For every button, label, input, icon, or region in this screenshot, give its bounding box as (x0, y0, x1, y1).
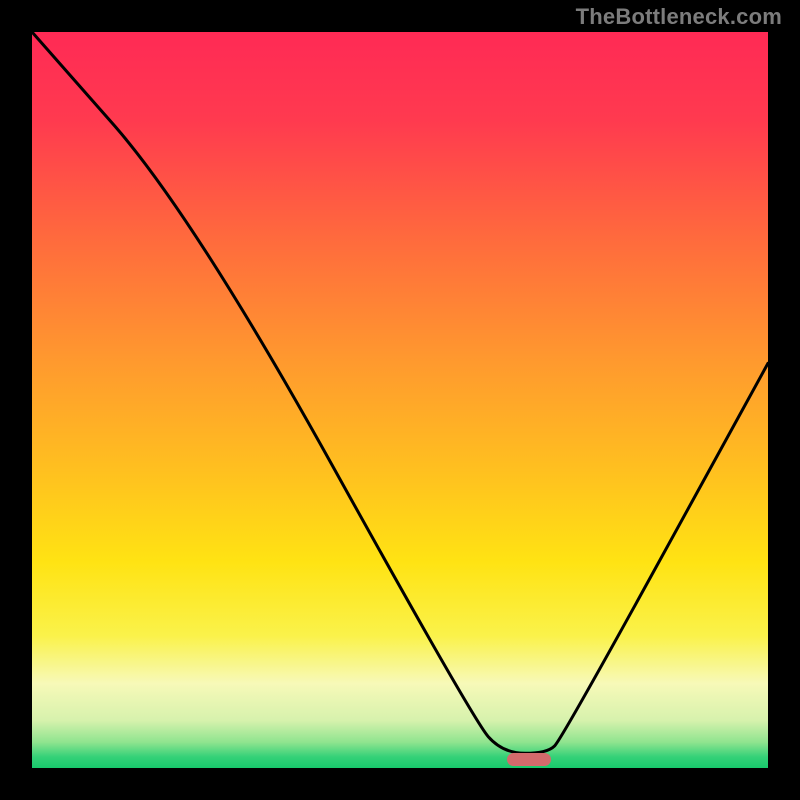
chart-frame: TheBottleneck.com (0, 0, 800, 800)
bottleneck-curve (32, 32, 768, 753)
curve-layer (32, 32, 768, 768)
optimal-marker (507, 753, 551, 766)
plot-area (32, 32, 768, 768)
attribution-label: TheBottleneck.com (576, 4, 782, 30)
